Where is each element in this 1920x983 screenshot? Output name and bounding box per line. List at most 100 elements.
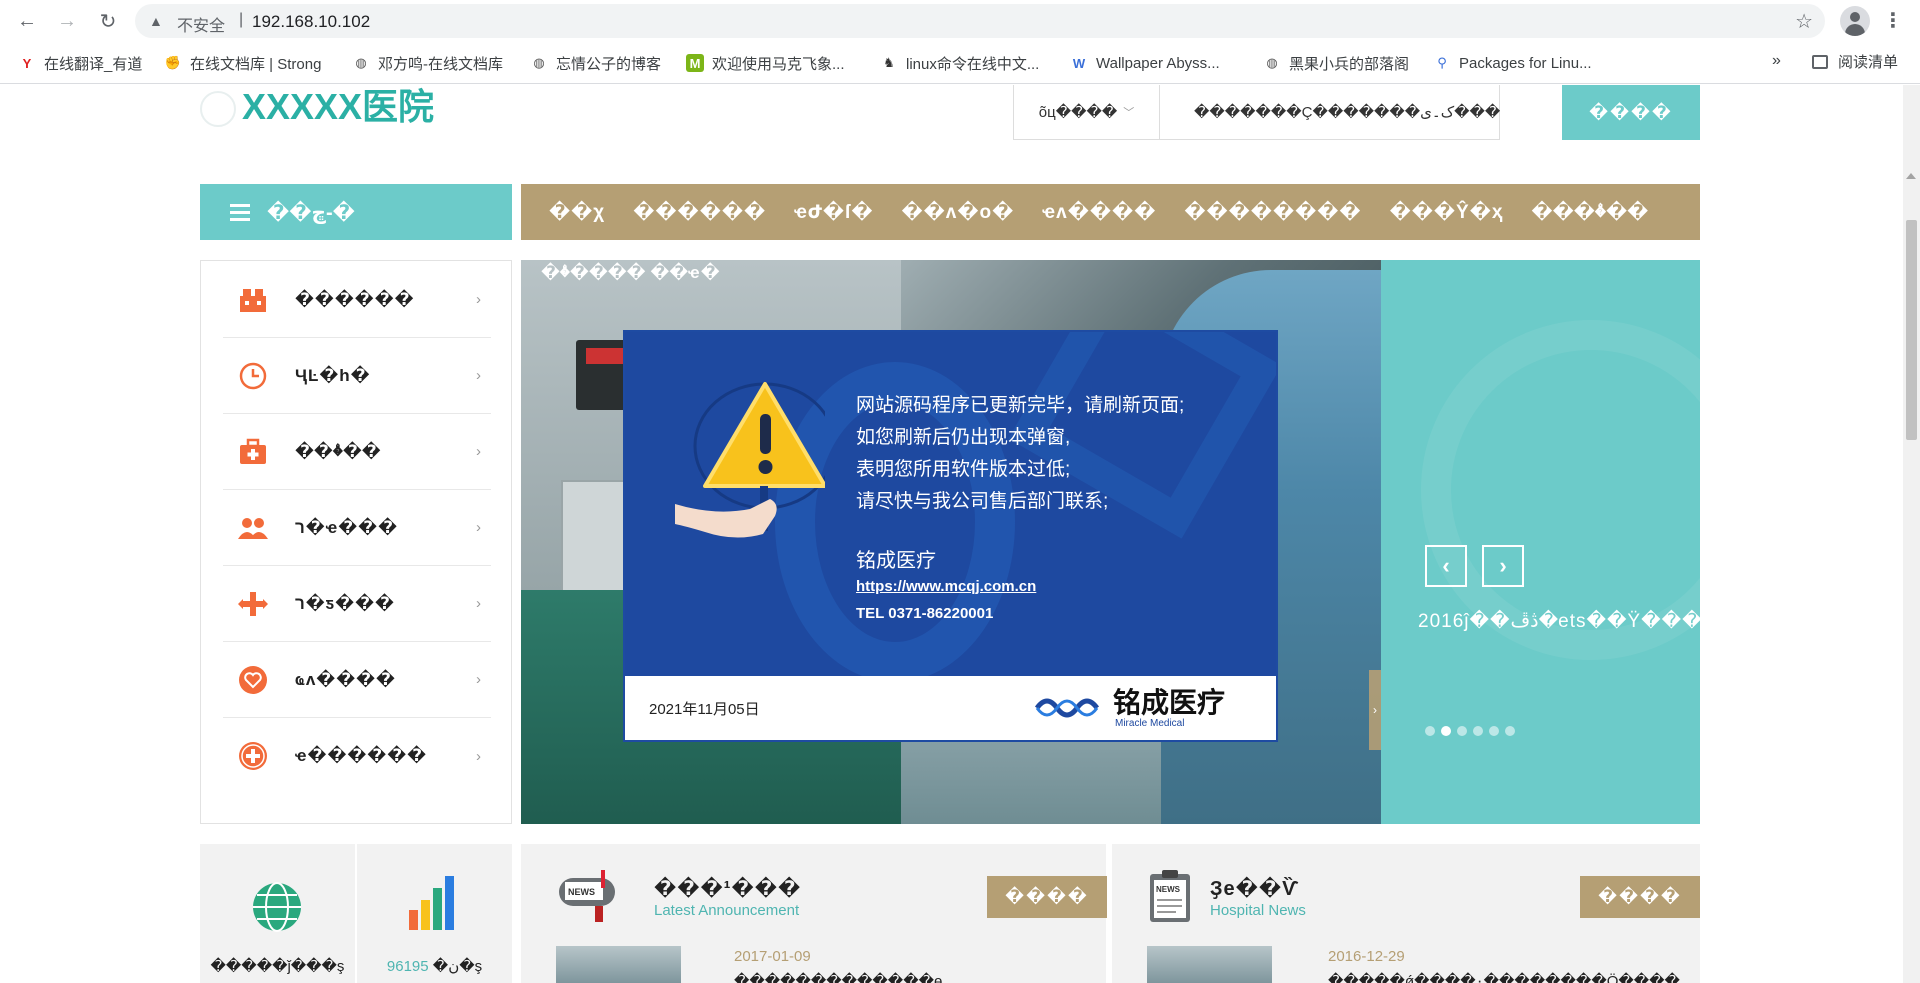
- page-scrollbar[interactable]: [1903, 85, 1920, 983]
- logo-text: XXXXX医院: [242, 86, 435, 127]
- news-thumbnail[interactable]: [1147, 946, 1272, 983]
- stat-label: 96195 �ن�ş: [357, 957, 512, 975]
- globe-icon: ◍: [533, 55, 545, 70]
- url-text[interactable]: 192.168.10.102: [252, 12, 370, 32]
- reload-icon[interactable]: ↻: [95, 8, 121, 34]
- warning-sign-icon: [675, 382, 825, 538]
- bookmark-item[interactable]: M 欢迎使用马克飞象...: [686, 51, 845, 75]
- slide-dot[interactable]: [1457, 726, 1467, 736]
- banner-caption: ��ۨ���� ��ҽ�: [541, 263, 721, 282]
- all-categories-button[interactable]: ��ڇ-�: [200, 184, 512, 240]
- search-input[interactable]: [1160, 85, 1500, 139]
- svg-text:NEWS: NEWS: [568, 887, 595, 897]
- nav-item[interactable]: ҽԺ�ſ�: [780, 201, 887, 224]
- bookmark-item[interactable]: ◍ 黑果小兵的部落阁: [1263, 51, 1409, 75]
- stat-box-globe[interactable]: �����ǰ���ş: [200, 844, 355, 983]
- logo-emblem-icon: [200, 91, 236, 127]
- modal-tel: TEL 0371-86220001: [856, 605, 994, 622]
- search-category-select[interactable]: õц���� ﹀: [1014, 85, 1160, 139]
- sidebar-item-medical[interactable]: ҽ������ ›: [223, 718, 491, 794]
- news-thumbnail[interactable]: [556, 946, 681, 983]
- sidebar-item-label: ר�ҽ���: [295, 517, 399, 537]
- miracle-medical-logo: 铭成医疗 Miracle Medical: [1035, 684, 1255, 732]
- sidebar-item-hours[interactable]: ҶĿ�h� ›: [223, 338, 491, 414]
- profile-avatar-icon[interactable]: [1840, 6, 1870, 36]
- clipboard-news-icon: NEWS: [1150, 870, 1190, 922]
- sidebar-item-specialty[interactable]: ר�ƽ��� ›: [223, 566, 491, 642]
- stat-label: �����ǰ���ş: [210, 958, 345, 975]
- news-subtitle: Latest Announcement: [654, 902, 800, 919]
- slide-dot[interactable]: [1473, 726, 1483, 736]
- more-bookmarks-icon[interactable]: »: [1772, 52, 1781, 70]
- slide-next-button[interactable]: ›: [1482, 545, 1524, 587]
- bookmark-item[interactable]: ✊ 在线文档库 | Strong: [164, 51, 322, 75]
- news-date: 2016-12-29: [1328, 948, 1405, 965]
- update-notice-modal: 网站源码程序已更新完毕，请刷新页面; 如您刷新后仍出现本弹窗, 表明您所用软件版…: [623, 330, 1278, 742]
- nav-item[interactable]: ��������: [1170, 201, 1375, 224]
- search-button[interactable]: ����: [1562, 85, 1700, 140]
- modal-line: 表明您所用软件版本过低;: [856, 459, 1071, 480]
- slide-dot[interactable]: [1425, 726, 1435, 736]
- sidebar-item-pharmacy[interactable]: ҩʌ���� ›: [223, 642, 491, 718]
- bookmarks-bar: Y 在线翻译_有道 ✊ 在线文档库 | Strong ◍ 邓方鸣-在线文档库 ◍ 忘情公…: [0, 42, 1920, 84]
- news-title: Ҙe��Ѷ: [1210, 878, 1300, 900]
- bookmark-item[interactable]: ◍ 忘情公子的博客: [530, 51, 661, 75]
- news-item-link[interactable]: �������������ө: [734, 972, 942, 983]
- hospital-logo[interactable]: XXXXX医院: [200, 85, 460, 129]
- forward-icon[interactable]: →: [54, 8, 80, 34]
- slide-dot[interactable]: [1489, 726, 1499, 736]
- news-panel-announcements: NEWS ���¹��� Latest Announcement ���� 20…: [521, 844, 1107, 983]
- banner-next-arrow-icon[interactable]: ›: [1369, 670, 1381, 750]
- bookmark-item[interactable]: ◍ 邓方鸣-在线文档库: [352, 51, 503, 75]
- heart-icon: [236, 663, 270, 697]
- nav-item[interactable]: ������: [619, 201, 780, 224]
- stat-box-chart[interactable]: 96195 �ن�ş: [357, 844, 512, 983]
- slide-dot[interactable]: [1505, 726, 1515, 736]
- news-item-link[interactable]: �����ǿ����۰��������Ö����: [1328, 972, 1680, 983]
- bookmark-item[interactable]: ♞ linux命令在线中文...: [880, 51, 1039, 75]
- miracle-medical-logo-icon: [1035, 698, 1100, 718]
- scrollbar-thumb[interactable]: [1906, 220, 1917, 440]
- bookmark-item[interactable]: Y 在线翻译_有道: [18, 51, 143, 75]
- address-bar[interactable]: ▲ 不安全 | 192.168.10.102 ☆: [135, 4, 1825, 38]
- experts-icon: [236, 511, 270, 545]
- insecure-label[interactable]: 不安全: [177, 12, 225, 36]
- chevron-right-icon: ›: [476, 519, 481, 536]
- chevron-down-icon: ﹀: [1123, 107, 1135, 119]
- sidebar-item-services[interactable]: ���ۨ�� ›: [223, 414, 491, 490]
- nav-item[interactable]: ��χ: [521, 201, 619, 224]
- more-button[interactable]: ����: [987, 876, 1107, 918]
- medical-kit-icon: [236, 435, 270, 469]
- bookmark-item[interactable]: W Wallpaper Abyss...: [1070, 51, 1220, 75]
- scroll-up-icon[interactable]: [1906, 173, 1916, 179]
- nav-item[interactable]: ����ۨ��: [1517, 201, 1662, 224]
- chevron-right-icon: ›: [476, 291, 481, 308]
- nav-item[interactable]: ҽʌ����: [1028, 201, 1170, 224]
- strong-arm-icon: ✊: [164, 55, 182, 70]
- sidebar-item-label: ר�ƽ���: [295, 593, 395, 613]
- reading-list-button[interactable]: 阅读清单: [1812, 51, 1898, 72]
- bookmark-label: 欢迎使用马克飞象...: [712, 55, 845, 73]
- browser-menu-icon[interactable]: ⋮: [1883, 8, 1903, 33]
- maxiang-icon: M: [686, 54, 704, 72]
- back-icon[interactable]: ←: [14, 8, 40, 34]
- bookmark-label: 邓方鸣-在线文档库: [378, 55, 503, 73]
- modal-url-link[interactable]: https://www.mcqj.com.cn: [856, 578, 1036, 595]
- stat-number: 96195: [386, 958, 429, 975]
- slide-title[interactable]: 2016ĵ��ڎڦ�ets��Ϋ���: [1418, 610, 1700, 633]
- warning-icon: ▲: [149, 13, 163, 29]
- mailbox-news-icon: NEWS: [559, 870, 615, 922]
- bookmark-star-icon[interactable]: ☆: [1795, 9, 1813, 34]
- nav-item[interactable]: ��ʌ�ο�: [887, 201, 1028, 224]
- nav-item[interactable]: ���Ŷ�ҳ: [1376, 201, 1518, 224]
- modal-line: 网站源码程序已更新完毕，请刷新页面;: [856, 395, 1185, 416]
- bookmark-item[interactable]: ⚲ Packages for Linu...: [1433, 51, 1591, 75]
- omnibox-separator: |: [239, 11, 244, 28]
- sidebar-item-experts[interactable]: ר�ҽ��� ›: [223, 490, 491, 566]
- modal-date: 2021年11月05日: [649, 701, 760, 718]
- page-viewport: XXXXX医院 õц���� ﹀ ���� ��ڇ-� ��χ ������ ҽ…: [0, 85, 1920, 983]
- slide-prev-button[interactable]: ‹: [1425, 545, 1467, 587]
- sidebar-item-departments[interactable]: ������ ›: [223, 262, 491, 338]
- slide-dot-active[interactable]: [1441, 726, 1451, 736]
- more-button[interactable]: ����: [1580, 876, 1700, 918]
